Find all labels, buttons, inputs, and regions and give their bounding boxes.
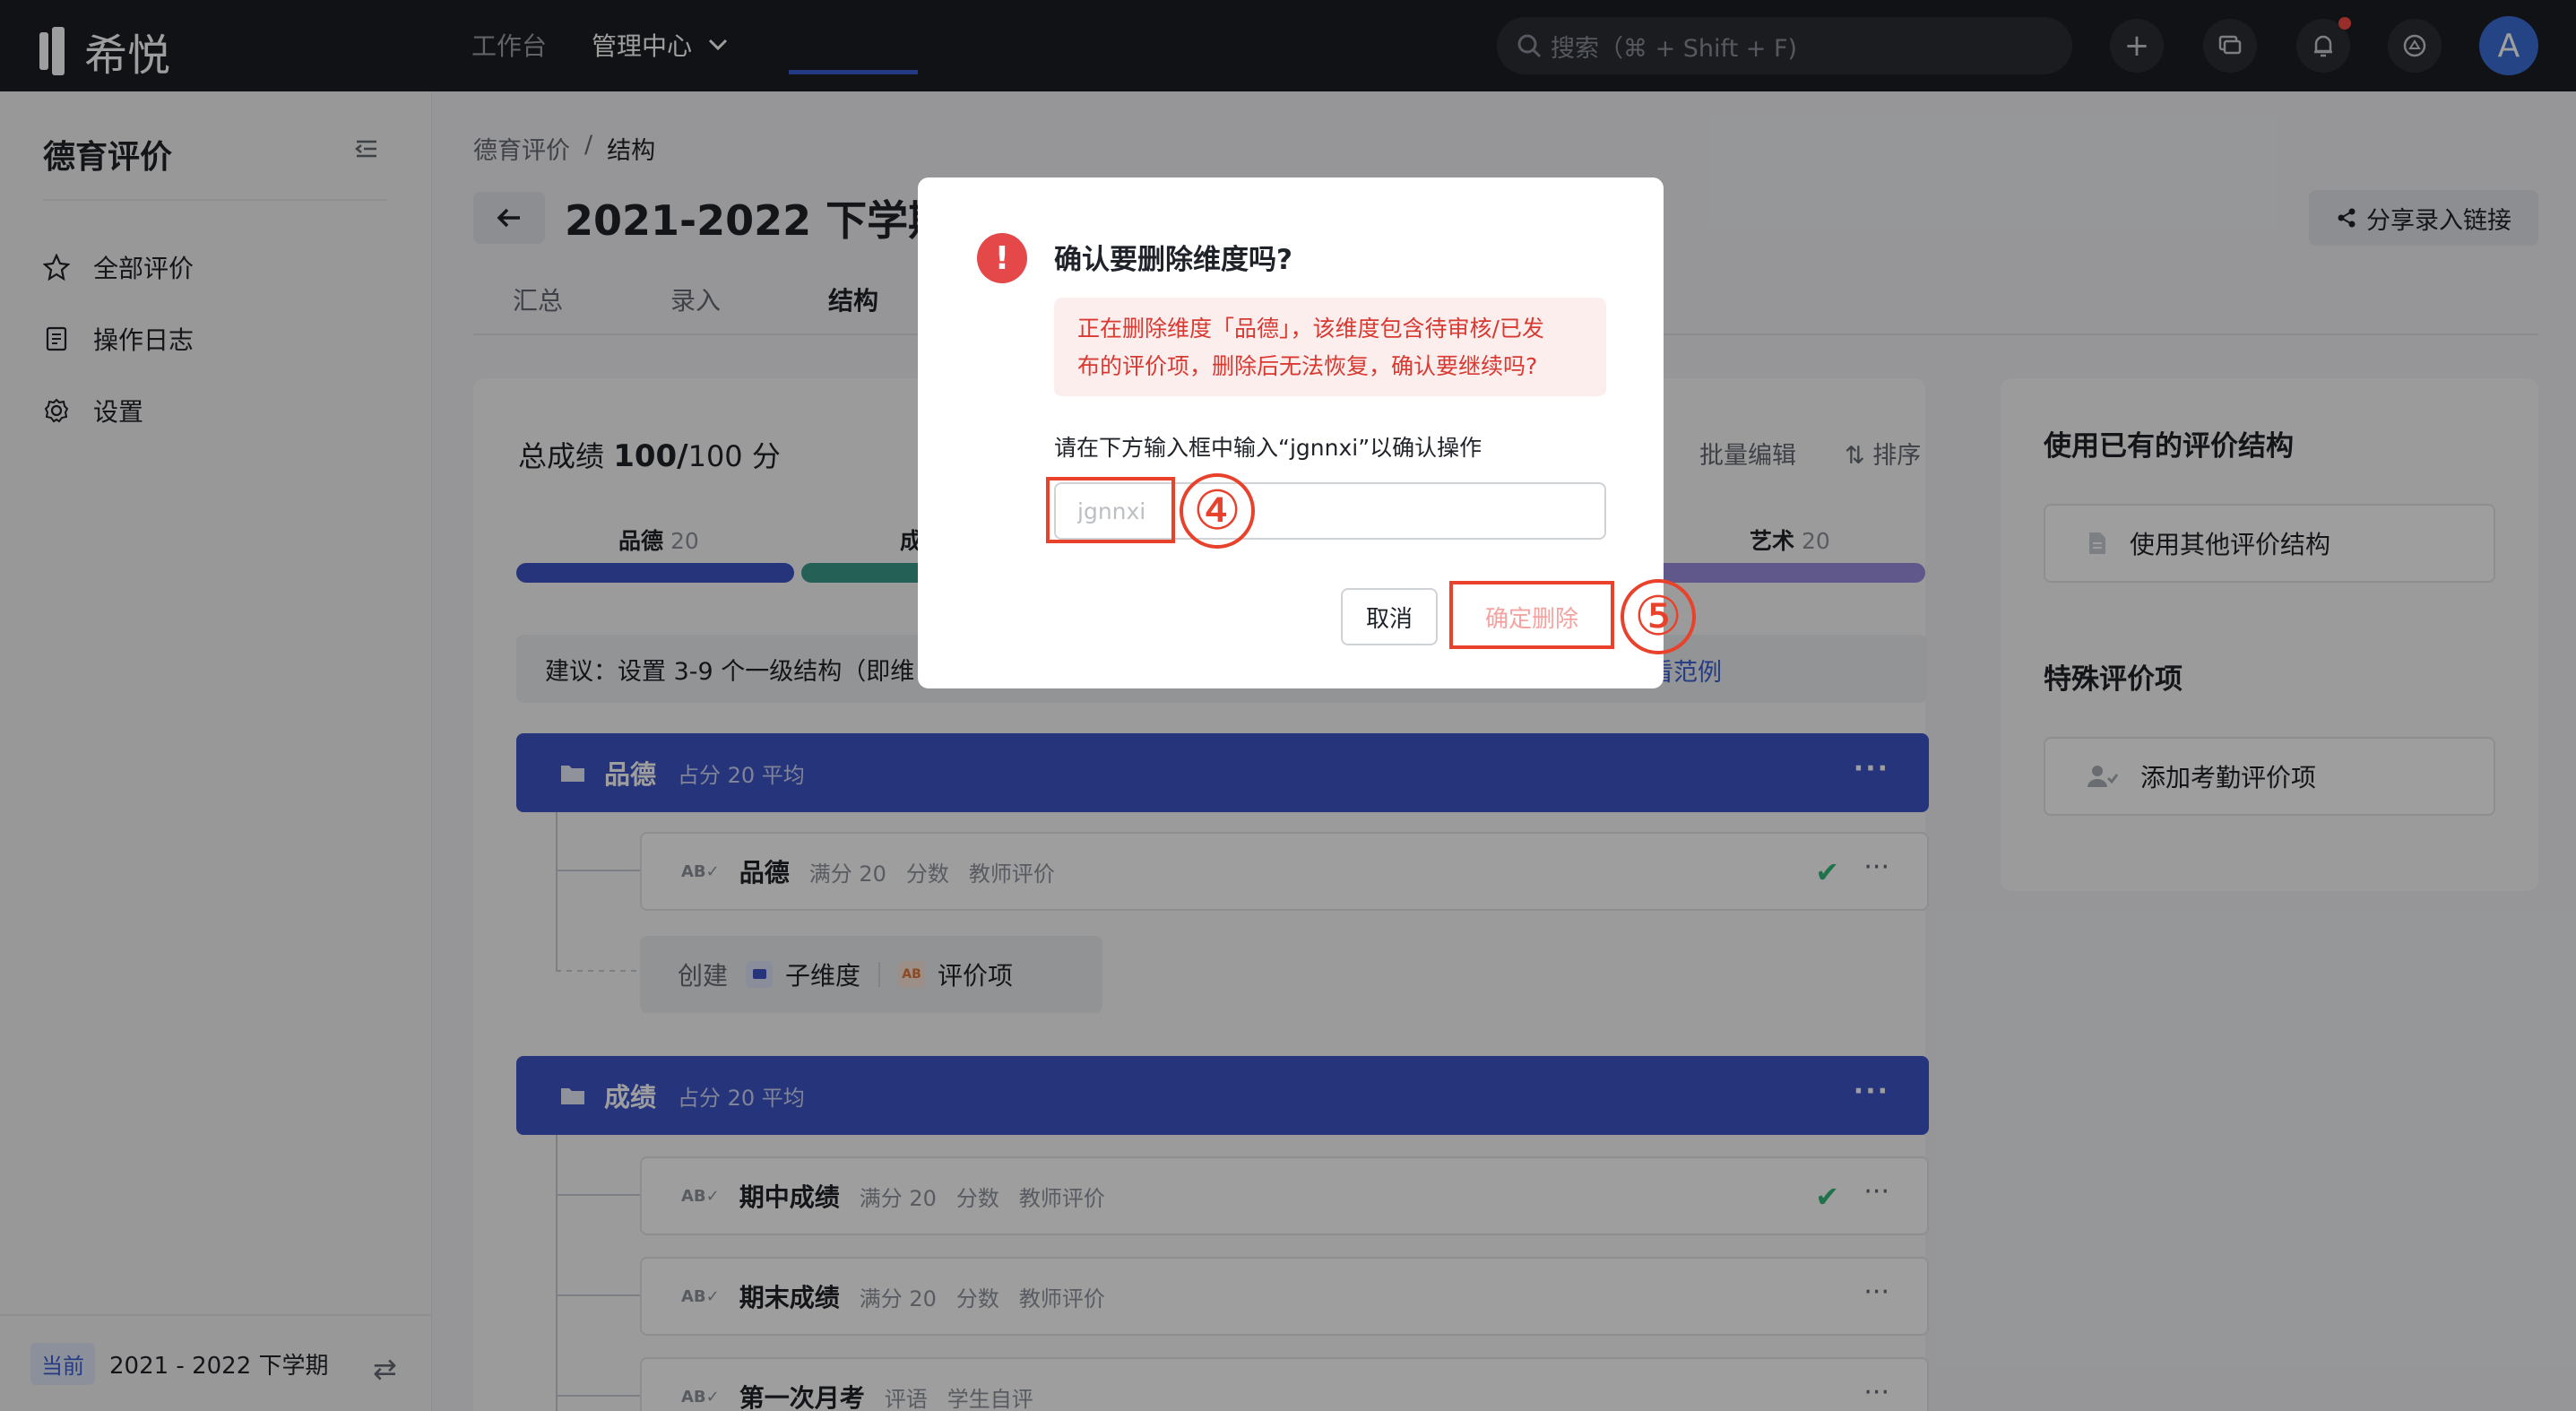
annotation-box bbox=[1046, 477, 1175, 543]
annotation-box bbox=[1449, 581, 1614, 649]
dialog-warning: 正在删除维度「品德」，该维度包含待审核/已发 布的评价项，删除后无法恢复，确认要… bbox=[1054, 298, 1606, 396]
dialog-warning-line2: 布的评价项，删除后无法恢复，确认要继续吗? bbox=[1077, 353, 1538, 379]
dialog-title: 确认要删除维度吗? bbox=[1054, 244, 1292, 276]
annotation-number: ⑤ bbox=[1621, 579, 1696, 654]
dialog-hint: 请在下方输入框中输入“jgnnxi”以确认操作 bbox=[1054, 435, 1482, 461]
exclamation-icon: ! bbox=[977, 233, 1027, 283]
cancel-button[interactable]: 取消 bbox=[1341, 588, 1438, 645]
annotation-number: ④ bbox=[1180, 473, 1255, 549]
dialog-warning-line1: 正在删除维度「品德」，该维度包含待审核/已发 bbox=[1077, 316, 1544, 342]
